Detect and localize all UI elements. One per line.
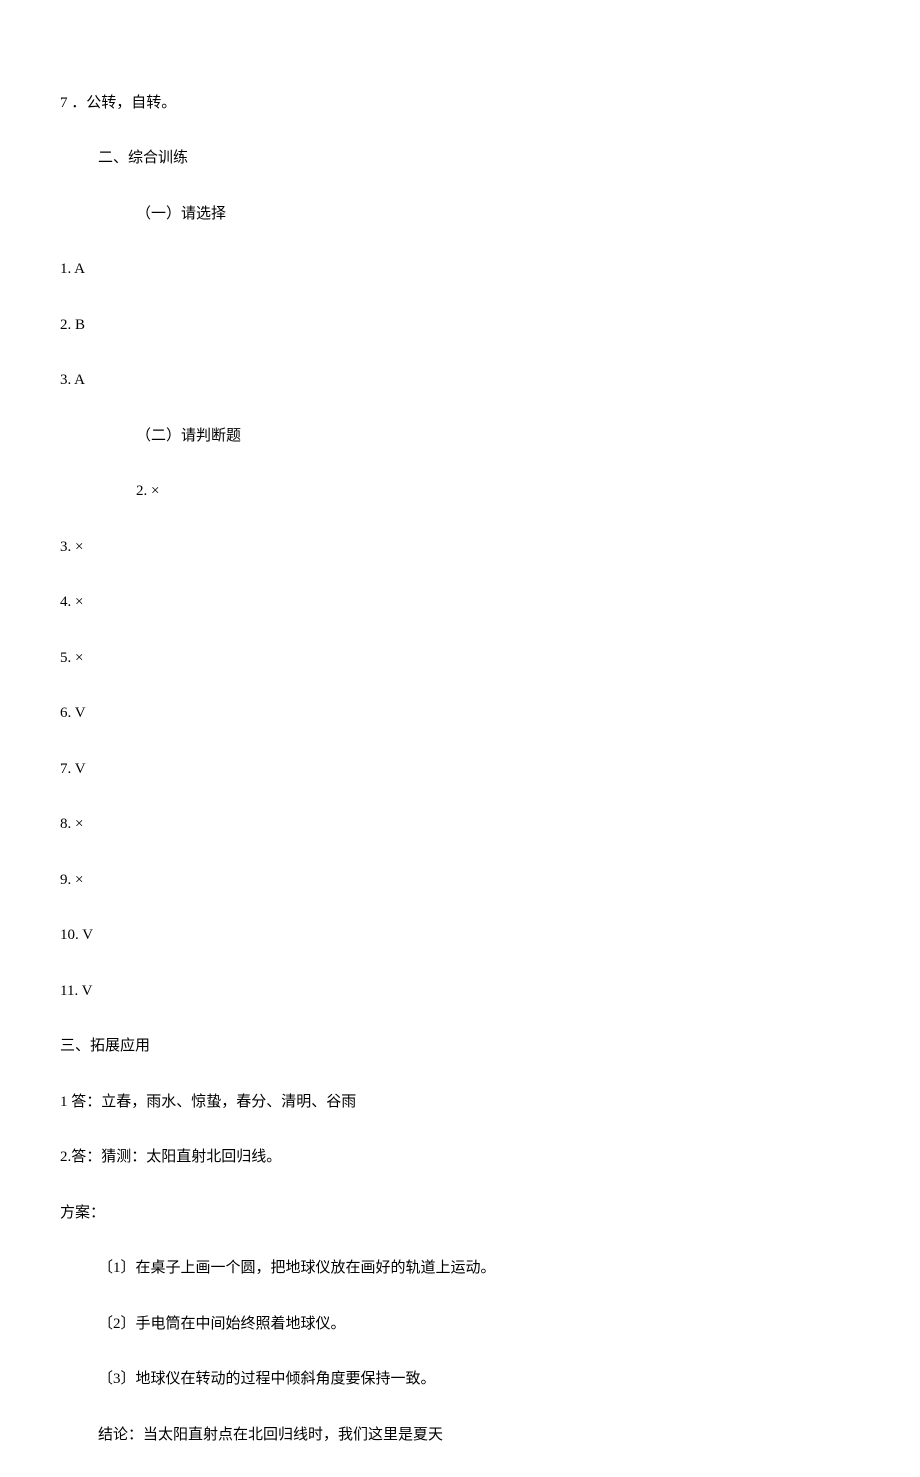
plan-step-3: 〔3〕地球仪在转动的过程中倾斜角度要保持一致。 [60, 1366, 920, 1394]
plan-step-1: 〔1〕在桌子上画一个圆，把地球仪放在画好的轨道上运动。 [60, 1255, 920, 1283]
answer-judge-10: 10. V [60, 922, 920, 950]
heading-section-2: 二、综合训练 [60, 145, 920, 173]
answer-judge-5: 5. × [60, 645, 920, 673]
answer-judge-7: 7. V [60, 756, 920, 784]
answer-judge-11: 11. V [60, 978, 920, 1006]
answer-extend-1: 1 答：立春，雨水、惊蛰，春分、清明、谷雨 [60, 1089, 920, 1117]
answer-judge-8: 8. × [60, 811, 920, 839]
answer-judge-2: 2. × [60, 478, 920, 506]
answer-judge-9: 9. × [60, 867, 920, 895]
text-line-q7: 7 ．公转，自转。 [60, 90, 920, 118]
conclusion: 结论：当太阳直射点在北回归线时，我们这里是夏天 [60, 1422, 920, 1450]
answer-judge-4: 4. × [60, 589, 920, 617]
answer-choice-1: 1. A [60, 256, 920, 284]
answer-choice-3: 3. A [60, 367, 920, 395]
answer-judge-6: 6. V [60, 700, 920, 728]
plan-step-2: 〔2〕手电筒在中间始终照着地球仪。 [60, 1311, 920, 1339]
heading-section-3: 三、拓展应用 [60, 1033, 920, 1061]
answer-judge-3: 3. × [60, 534, 920, 562]
heading-subsection-2-1: （一）请选择 [60, 201, 920, 229]
answer-extend-2: 2.答：猜测：太阳直射北回归线。 [60, 1144, 920, 1172]
heading-subsection-2-2: （二）请判断题 [60, 423, 920, 451]
label-plan: 方案： [60, 1200, 920, 1228]
answer-choice-2: 2. B [60, 312, 920, 340]
